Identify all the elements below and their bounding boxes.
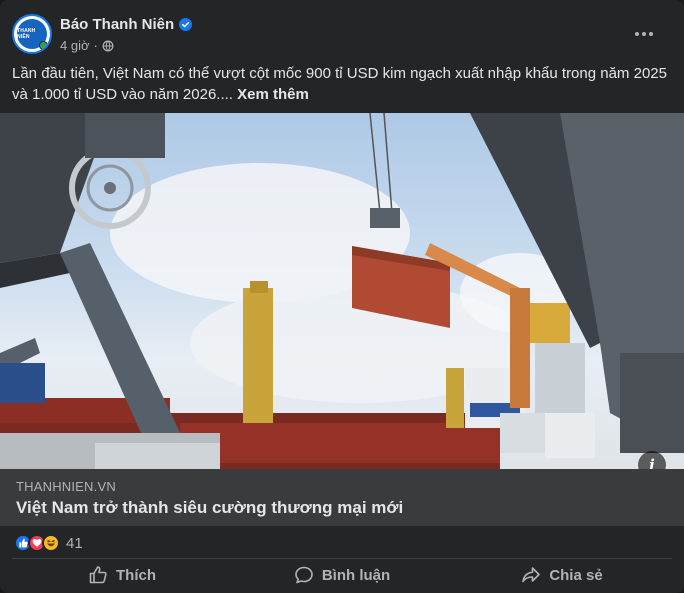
page-name-row: Báo Thanh Niên xyxy=(60,16,193,33)
more-dots-icon xyxy=(649,32,653,36)
thumbs-up-icon xyxy=(89,566,107,584)
like-button[interactable]: Thích xyxy=(12,560,232,590)
link-preview[interactable]: THANHNIEN.VN Việt Nam trở thành siêu cườ… xyxy=(0,469,684,526)
post-actions: Thích Bình luận Chia sẻ xyxy=(12,560,672,590)
post-photo[interactable] xyxy=(0,113,684,469)
meta-separator: · xyxy=(93,38,98,53)
post-timestamp[interactable]: 4 giờ xyxy=(60,38,90,53)
see-more-link[interactable]: Xem thêm xyxy=(237,86,309,103)
share-button[interactable]: Chia sẻ xyxy=(452,560,672,590)
share-icon xyxy=(522,567,541,583)
like-label: Thích xyxy=(116,566,156,584)
port-container-crane-photo xyxy=(0,113,684,469)
comment-button[interactable]: Bình luận xyxy=(232,560,452,590)
page-name[interactable]: Báo Thanh Niên xyxy=(60,16,174,33)
online-status-dot xyxy=(39,41,48,50)
reaction-count: 41 xyxy=(66,534,83,552)
post-body: Lần đầu tiên, Việt Nam có thể vượt cột m… xyxy=(12,65,667,103)
haha-icon xyxy=(42,534,60,552)
link-title[interactable]: Việt Nam trở thành siêu cường thương mại… xyxy=(16,498,403,518)
post-header: THANH NIÊN Báo Thanh Niên 4 giờ · xyxy=(12,14,672,58)
avatar-logo-text: THANH NIÊN xyxy=(17,28,36,40)
comment-label: Bình luận xyxy=(321,566,391,584)
post-text: Lần đầu tiên, Việt Nam có thể vượt cột m… xyxy=(12,63,672,105)
globe-icon[interactable] xyxy=(102,40,114,52)
more-dots-icon xyxy=(635,32,639,36)
page-avatar[interactable]: THANH NIÊN xyxy=(12,14,52,54)
more-dots-icon xyxy=(642,32,646,36)
reaction-summary[interactable]: 41 xyxy=(14,533,83,553)
actions-divider xyxy=(12,558,672,559)
verified-badge-icon xyxy=(179,18,193,31)
more-options-button[interactable] xyxy=(628,18,660,50)
comment-icon xyxy=(295,566,313,584)
link-domain: THANHNIEN.VN xyxy=(16,479,116,494)
post-card: THANH NIÊN Báo Thanh Niên 4 giờ · Lần đầ… xyxy=(0,0,684,593)
post-meta: 4 giờ · xyxy=(60,38,114,53)
share-label: Chia sẻ xyxy=(549,566,603,584)
